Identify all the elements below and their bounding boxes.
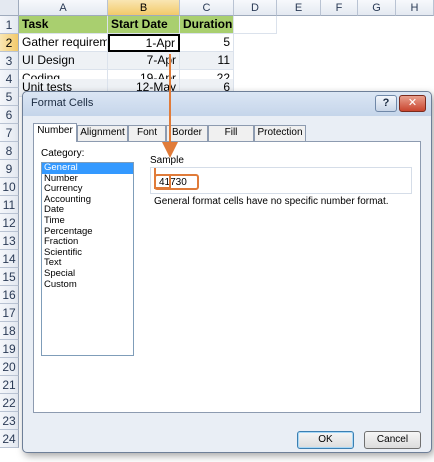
- column-header-c[interactable]: C: [180, 0, 234, 16]
- row-header-11[interactable]: 11: [0, 196, 19, 214]
- row-header-1[interactable]: 1: [0, 16, 19, 34]
- row-header-13[interactable]: 13: [0, 232, 19, 250]
- row-header-24[interactable]: 24: [0, 430, 19, 448]
- row-header-14[interactable]: 14: [0, 250, 19, 268]
- row-header-16[interactable]: 16: [0, 286, 19, 304]
- row-header-3[interactable]: 3: [0, 52, 19, 70]
- row-header-2[interactable]: 2: [0, 34, 19, 52]
- sample-label: Sample: [150, 155, 184, 166]
- column-header-h[interactable]: H: [396, 0, 434, 16]
- category-item-special[interactable]: Special: [42, 268, 133, 280]
- column-header-b[interactable]: B: [108, 0, 180, 16]
- tab-number[interactable]: Number: [33, 123, 77, 142]
- row-header-4[interactable]: 4: [0, 70, 19, 88]
- help-button[interactable]: ?: [375, 95, 397, 112]
- format-description: General format cells have no specific nu…: [154, 196, 389, 207]
- row-header-6[interactable]: 6: [0, 106, 19, 124]
- tab-border[interactable]: Border: [166, 125, 208, 141]
- sample-box: 41730: [150, 167, 412, 194]
- dialog-titlebar[interactable]: Format Cells ? ✕: [23, 92, 431, 116]
- category-label: Category:: [41, 148, 85, 159]
- row-header-19[interactable]: 19: [0, 340, 19, 358]
- sample-value: 41730: [154, 174, 199, 190]
- category-item-general[interactable]: General: [42, 162, 133, 174]
- ok-button[interactable]: OK: [297, 431, 354, 449]
- select-all-corner[interactable]: [0, 0, 19, 16]
- row-header-17[interactable]: 17: [0, 304, 19, 322]
- row-header-21[interactable]: 21: [0, 376, 19, 394]
- row-header-9[interactable]: 9: [0, 160, 19, 178]
- category-list[interactable]: General Number Currency Accounting Date …: [41, 162, 134, 356]
- close-button[interactable]: ✕: [399, 95, 426, 112]
- cell-a2[interactable]: Gather requireme: [19, 34, 108, 52]
- row-header-23[interactable]: 23: [0, 412, 19, 430]
- cell-b1[interactable]: Start Date: [108, 16, 180, 34]
- row-header-15[interactable]: 15: [0, 268, 19, 286]
- tab-alignment[interactable]: Alignment: [77, 125, 128, 141]
- category-item-custom[interactable]: Custom: [42, 279, 133, 291]
- tab-protection[interactable]: Protection: [254, 125, 306, 141]
- row-header-20[interactable]: 20: [0, 358, 19, 376]
- row-header-18[interactable]: 18: [0, 322, 19, 340]
- column-header-a[interactable]: A: [19, 0, 108, 16]
- number-tab-panel: Category: General Number Currency Accoun…: [33, 141, 421, 413]
- column-header-d[interactable]: D: [234, 0, 277, 16]
- cell-d1[interactable]: [234, 16, 277, 34]
- cell-c3[interactable]: 11: [180, 52, 234, 70]
- cell-c1[interactable]: Duration: [180, 16, 234, 34]
- row-header-8[interactable]: 8: [0, 142, 19, 160]
- row-header-10[interactable]: 10: [0, 178, 19, 196]
- cell-b2-active[interactable]: 1-Apr: [108, 34, 180, 52]
- cell-a3[interactable]: UI Design: [19, 52, 108, 70]
- category-item-time[interactable]: Time: [42, 215, 133, 227]
- cancel-button[interactable]: Cancel: [364, 431, 421, 449]
- column-header-e[interactable]: E: [277, 0, 321, 16]
- row-header-22[interactable]: 22: [0, 394, 19, 412]
- format-cells-dialog: Format Cells ? ✕ Number Alignment Font B…: [22, 91, 432, 453]
- cell-b3[interactable]: 7-Apr: [108, 52, 180, 70]
- column-header-g[interactable]: G: [358, 0, 396, 16]
- dialog-title: Format Cells: [31, 97, 94, 109]
- row-header-5[interactable]: 5: [0, 88, 19, 106]
- column-header-f[interactable]: F: [321, 0, 358, 16]
- tab-font[interactable]: Font: [128, 125, 166, 141]
- cell-a1[interactable]: Task: [19, 16, 108, 34]
- row-header-12[interactable]: 12: [0, 214, 19, 232]
- tab-fill[interactable]: Fill: [208, 125, 254, 141]
- row-header-7[interactable]: 7: [0, 124, 19, 142]
- cell-c2[interactable]: 5: [180, 34, 234, 52]
